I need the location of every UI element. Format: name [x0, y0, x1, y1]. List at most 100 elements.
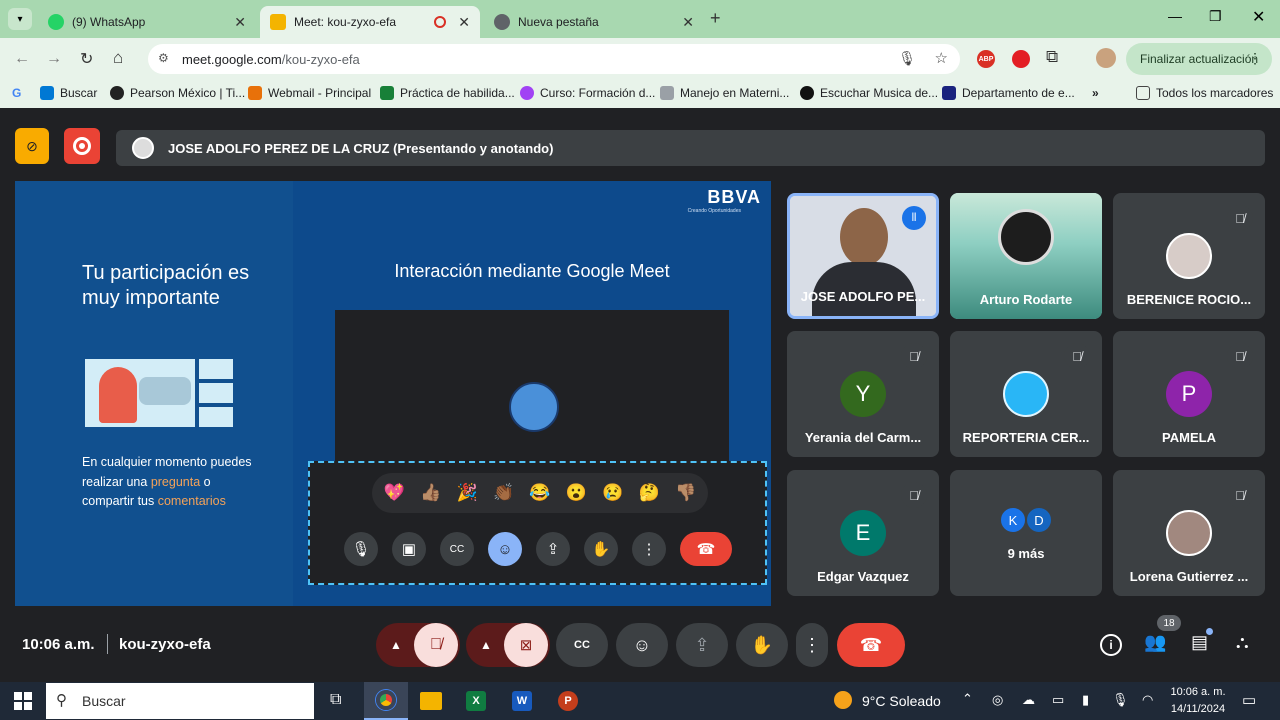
participant-avatar: Y — [840, 371, 886, 417]
end-call-icon: ☎ — [680, 532, 732, 566]
reaction-laugh: 😂 — [529, 483, 551, 502]
captions-button[interactable]: CC — [556, 623, 608, 667]
bookmark-musica[interactable]: Escuchar Musica de... — [800, 86, 938, 100]
bookmark-manejo[interactable]: Manejo en Materni... — [660, 86, 789, 100]
task-view-icon[interactable]: ⧉ — [330, 691, 341, 709]
slide-right-title: Interacción mediante Google Meet — [394, 261, 670, 281]
tab-whatsapp[interactable]: (9) WhatsApp ✕ — [38, 6, 256, 38]
tab-label: Meet: kou-zyxo-efa — [294, 15, 397, 29]
extensions-icon[interactable]: ⧉ — [1046, 47, 1058, 67]
tab-list-button[interactable]: ▾ — [8, 8, 32, 30]
all-bookmarks[interactable]: Todos los marcadores — [1136, 86, 1273, 100]
adblock-icon[interactable]: ABP — [977, 50, 995, 68]
more-bookmarks-icon[interactable]: » — [1092, 86, 1099, 100]
recording-button[interactable] — [64, 128, 100, 164]
more-participants-tile[interactable]: K D 9 más — [950, 470, 1102, 596]
meeting-time: 10:06 a.m. — [22, 636, 95, 653]
address-bar[interactable]: ⚙ meet.google.com/kou-zyxo-efa 🎙 ☆ — [148, 44, 960, 74]
start-button[interactable] — [14, 692, 32, 710]
back-icon[interactable]: ← — [14, 50, 30, 68]
opera-icon[interactable] — [1012, 50, 1030, 68]
google-icon[interactable]: G — [12, 86, 21, 100]
site-settings-icon[interactable]: ⚙ — [158, 51, 169, 65]
participant-tile[interactable]: 🎙̸ BERENICE ROCIO... — [1113, 193, 1265, 319]
show-hidden-icons[interactable]: ⌃ — [962, 691, 973, 707]
camera-off-button[interactable]: ⊠ — [504, 623, 548, 667]
participant-tile[interactable]: 🎙̸ Lorena Gutierrez ... — [1113, 470, 1265, 596]
participant-tile[interactable]: 🎙̸ Y Yerania del Carm... — [787, 331, 939, 457]
clock-date[interactable]: 14/11/2024 — [1166, 703, 1230, 715]
tray-icon[interactable]: ◎ — [992, 692, 1003, 708]
demo-avatar — [509, 382, 559, 432]
end-call-button[interactable]: ☎ — [837, 623, 905, 667]
tab-meet[interactable]: Meet: kou-zyxo-efa ✕ — [260, 6, 480, 38]
reload-icon[interactable]: ↻ — [80, 49, 93, 69]
raise-hand-button[interactable]: ✋ — [736, 623, 788, 667]
file-explorer-icon[interactable] — [420, 692, 442, 710]
participant-name: Edgar Vazquez — [817, 569, 909, 584]
chrome-taskbar-icon[interactable] — [364, 682, 408, 720]
weather-text[interactable]: 9°C Soleado — [862, 693, 941, 709]
audio-options-button[interactable]: ▲ 🎙̸ — [376, 623, 460, 667]
close-tab-icon[interactable]: ✕ — [234, 14, 246, 31]
present-button[interactable]: ⇪ — [676, 623, 728, 667]
participant-tile[interactable]: 🎙̸ E Edgar Vazquez — [787, 470, 939, 596]
course-icon — [520, 86, 534, 100]
participant-name: PAMELA — [1162, 430, 1216, 445]
notifications-icon[interactable]: ▭ — [1242, 691, 1256, 709]
participant-tile[interactable]: Arturo Rodarte — [950, 193, 1102, 319]
participant-tile[interactable]: 🎙̸ REPORTERIA CER... — [950, 331, 1102, 457]
excel-icon[interactable]: X — [466, 691, 486, 711]
taskbar-search[interactable]: ⚲ Buscar — [46, 683, 314, 719]
tray-icon[interactable]: ☁ — [1022, 692, 1035, 708]
bookmark-label: Pearson México | Ti... — [130, 86, 246, 100]
chat-icon[interactable]: ▤ — [1191, 632, 1208, 653]
people-button[interactable]: 👥 — [1144, 632, 1166, 653]
bookmark-curso[interactable]: Curso: Formación d... — [520, 86, 655, 100]
participant-tile[interactable]: 🎙̸ P PAMELA — [1113, 331, 1265, 457]
bookmark-label: Escuchar Musica de... — [820, 86, 939, 100]
more-vert-icon[interactable]: ⋮ — [1248, 50, 1262, 67]
mic-icon[interactable]: 🎙 — [898, 50, 916, 67]
demo-controls: 🎙 ▣ CC ☺ ⇪ ✋ ⋮ ☎ — [344, 531, 734, 567]
more-options-button[interactable]: ⋮ — [796, 623, 828, 667]
home-icon[interactable]: ⌂ — [113, 48, 123, 68]
tab-nueva[interactable]: Nueva pestaña ✕ — [484, 6, 704, 38]
forward-icon[interactable]: → — [46, 50, 62, 68]
word-icon[interactable]: W — [512, 691, 532, 711]
bookmark-star-icon[interactable]: ☆ — [935, 49, 948, 67]
close-window-button[interactable]: ✕ — [1252, 7, 1265, 27]
reaction-thumbs-down: 👎🏽 — [675, 483, 697, 502]
participant-avatar — [1003, 371, 1049, 417]
participant-tile[interactable]: ⦀ JOSE ADOLFO PE... — [787, 193, 939, 319]
profile-avatar[interactable] — [1096, 48, 1116, 68]
bookmark-practica[interactable]: Práctica de habilida... — [380, 86, 515, 100]
mic-off-button[interactable]: 🎙̸ — [414, 623, 458, 667]
participant-avatar: D — [1025, 506, 1053, 534]
hide-presentation-button[interactable]: ⊘ — [15, 128, 49, 164]
bookmark-pearson[interactable]: Pearson México | Ti... — [110, 86, 245, 100]
clock-time[interactable]: 10:06 a. m. — [1168, 686, 1228, 698]
info-icon[interactable]: i — [1100, 634, 1122, 656]
restore-button[interactable]: ❐ — [1209, 8, 1222, 25]
folder-icon — [1136, 86, 1150, 100]
video-options-button[interactable]: ▲ ⊠ — [466, 623, 550, 667]
update-button[interactable]: Finalizar actualización ⋮ — [1126, 43, 1272, 75]
powerpoint-icon[interactable]: P — [558, 691, 578, 711]
bookmark-webmail[interactable]: Webmail - Principal — [248, 86, 371, 100]
meet-icon — [270, 14, 286, 30]
search-icon: ⚲ — [56, 692, 67, 709]
activities-icon[interactable]: ⛬ — [1236, 632, 1249, 653]
close-tab-icon[interactable]: ✕ — [682, 14, 694, 31]
tray-icon[interactable]: ▭ — [1052, 692, 1064, 708]
bookmark-buscar[interactable]: Buscar — [40, 86, 97, 100]
close-tab-icon[interactable]: ✕ — [458, 14, 470, 31]
bookmark-departamento[interactable]: Departamento de e... — [942, 86, 1075, 100]
emoji-button[interactable]: ☺ — [616, 623, 668, 667]
mic-tray-icon[interactable]: 🎙 — [1112, 692, 1129, 708]
battery-icon[interactable]: ▮ — [1082, 692, 1089, 708]
minimize-button[interactable]: — — [1168, 8, 1182, 24]
wifi-icon[interactable]: ◠ — [1142, 692, 1153, 708]
new-tab-button[interactable]: + — [710, 8, 721, 29]
chat-notification-dot — [1206, 628, 1213, 635]
